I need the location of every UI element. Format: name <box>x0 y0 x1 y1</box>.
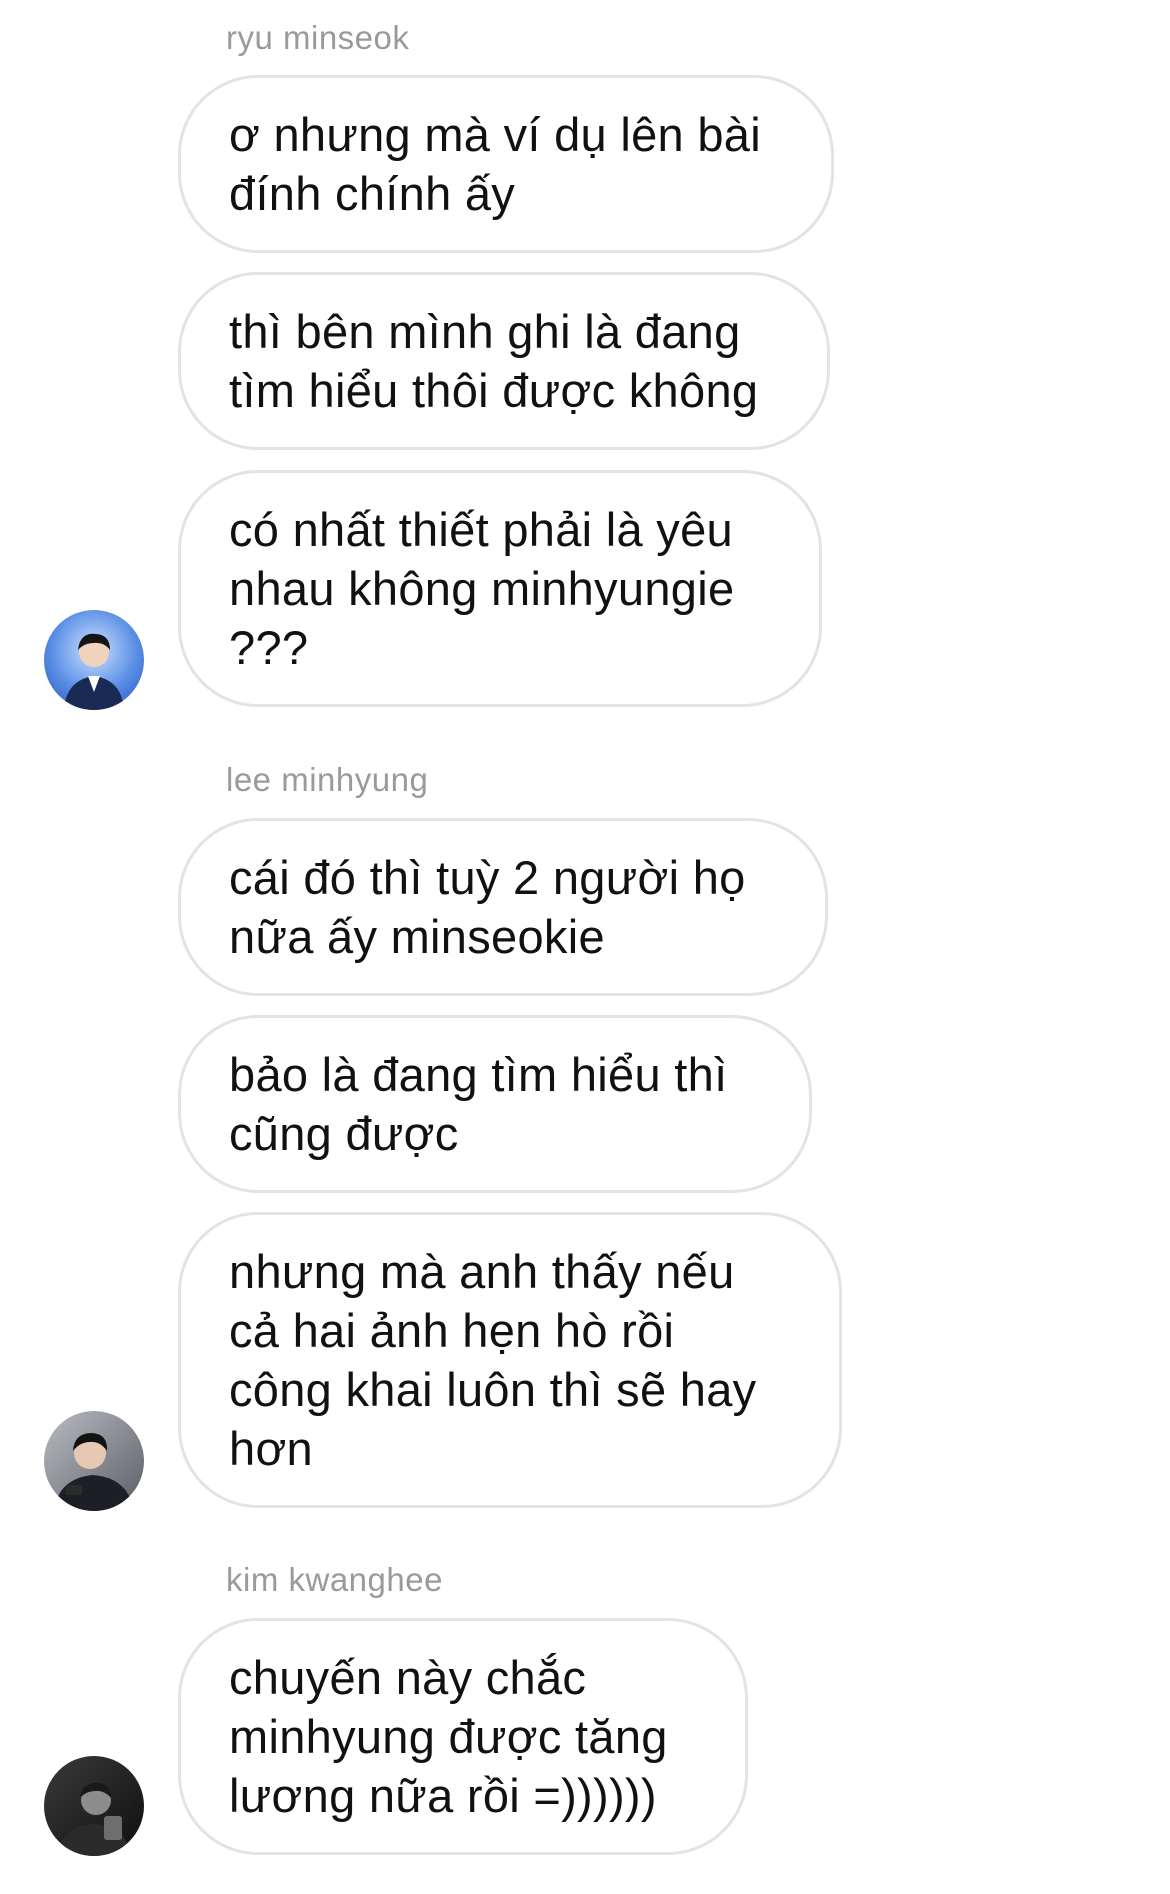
user-avatar-icon[interactable] <box>44 610 144 710</box>
message-bubble[interactable]: bảo là đang tìm hiểu thì cũng được <box>178 1015 812 1193</box>
message-text: nhưng mà anh thấy nếu cả hai ảnh hẹn hò … <box>229 1245 757 1475</box>
message-bubble[interactable]: nhưng mà anh thấy nếu cả hai ảnh hẹn hò … <box>178 1212 842 1508</box>
sender-name: kim kwanghee <box>226 1561 443 1598</box>
message-bubble[interactable]: cái đó thì tuỳ 2 người họ nữa ấy minseok… <box>178 818 828 996</box>
user-avatar-icon[interactable] <box>44 1411 144 1511</box>
message-text: bảo là đang tìm hiểu thì cũng được <box>229 1048 728 1160</box>
message-text: có nhất thiết phải là yêu nhau không min… <box>229 503 735 674</box>
message-text: chuyến này chắc minhyung được tăng lương… <box>229 1651 668 1822</box>
chat-screen: { "chat": { "groups": [ { "sender": "ryu… <box>0 0 1170 1894</box>
message-bubble[interactable]: có nhất thiết phải là yêu nhau không min… <box>178 470 822 707</box>
message-text: ơ nhưng mà ví dụ lên bài đính chính ấy <box>229 108 761 220</box>
sender-name: lee minhyung <box>226 761 429 798</box>
message-bubble[interactable]: chuyến này chắc minhyung được tăng lương… <box>178 1618 748 1855</box>
user-avatar-icon[interactable] <box>44 1756 144 1856</box>
message-text: cái đó thì tuỳ 2 người họ nữa ấy minseok… <box>229 851 746 963</box>
message-bubble[interactable]: ơ nhưng mà ví dụ lên bài đính chính ấy <box>178 75 834 253</box>
message-bubble[interactable]: thì bên mình ghi là đang tìm hiểu thôi đ… <box>178 272 830 450</box>
sender-name: ryu minseok <box>226 19 410 56</box>
message-text: thì bên mình ghi là đang tìm hiểu thôi đ… <box>229 305 759 417</box>
